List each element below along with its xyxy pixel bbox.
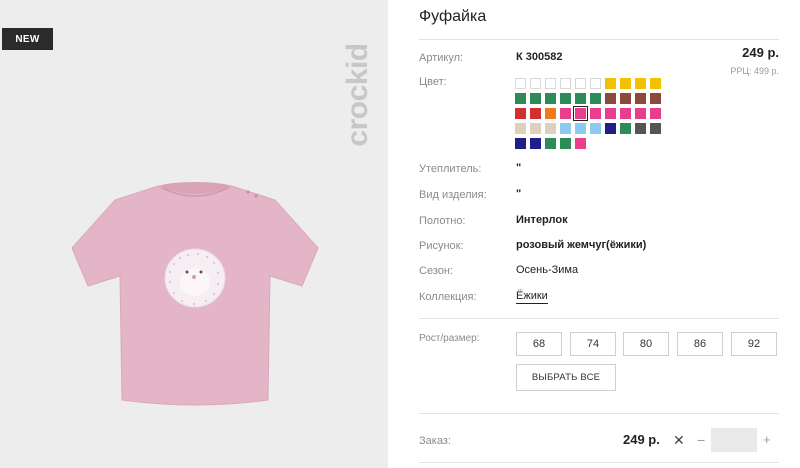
new-badge: NEW (2, 28, 53, 50)
quantity-input[interactable] (711, 428, 757, 452)
color-swatch[interactable] (590, 108, 601, 119)
color-swatch[interactable] (530, 93, 541, 104)
size-label: Рост/размер: (419, 333, 480, 344)
color-swatch[interactable] (530, 138, 541, 149)
order-price: 249 р. (623, 432, 660, 447)
size-option-80[interactable]: 80 (623, 332, 669, 356)
color-swatch[interactable] (575, 78, 586, 89)
color-swatch[interactable] (573, 106, 588, 121)
color-swatch[interactable] (560, 78, 571, 89)
color-swatch[interactable] (560, 93, 571, 104)
divider (419, 39, 779, 40)
product-title: Фуфайка (419, 8, 487, 25)
article-label: Артикул: (419, 52, 464, 64)
color-swatch[interactable] (515, 93, 526, 104)
color-swatch[interactable] (575, 138, 586, 149)
divider (419, 318, 779, 319)
color-swatch[interactable] (530, 123, 541, 134)
increment-button[interactable]: + (763, 432, 771, 447)
order-label: Заказ: (419, 435, 451, 447)
color-swatch[interactable] (575, 123, 586, 134)
select-all-sizes-button[interactable]: ВЫБРАТЬ ВСЕ (516, 364, 616, 391)
color-swatch[interactable] (545, 93, 556, 104)
color-swatch[interactable] (620, 93, 631, 104)
size-option-86[interactable]: 86 (677, 332, 723, 356)
color-swatch[interactable] (650, 78, 661, 89)
color-swatch-row (515, 106, 665, 121)
product-type-label: Вид изделия: (419, 189, 487, 201)
color-swatch[interactable] (545, 138, 556, 149)
season-label: Сезон: (419, 265, 453, 277)
collection-link[interactable]: Ёжики (516, 290, 548, 304)
color-swatch-row (515, 93, 665, 104)
close-icon[interactable]: ✕ (673, 432, 685, 449)
divider (419, 462, 779, 463)
size-option-68[interactable]: 68 (516, 332, 562, 356)
product-image-panel: NEW crockid (0, 0, 388, 468)
color-swatch[interactable] (620, 78, 631, 89)
color-swatch[interactable] (635, 123, 646, 134)
color-swatch-row (515, 138, 665, 149)
color-swatch[interactable] (635, 108, 646, 119)
product-image (71, 182, 319, 406)
brand-logo: crockid (336, 30, 380, 160)
color-swatch[interactable] (605, 123, 616, 134)
color-swatch-grid (515, 78, 665, 153)
color-swatch[interactable] (605, 93, 616, 104)
article-value: К 300582 (516, 51, 563, 63)
color-swatch[interactable] (530, 78, 541, 89)
fabric-label: Полотно: (419, 215, 466, 227)
color-swatch[interactable] (515, 108, 526, 119)
fabric-value: Интерлок (516, 214, 568, 226)
color-swatch[interactable] (635, 93, 646, 104)
print-label: Рисунок: (419, 240, 464, 252)
color-swatch[interactable] (620, 108, 631, 119)
color-swatch[interactable] (590, 78, 601, 89)
color-swatch[interactable] (620, 123, 631, 134)
divider (419, 413, 779, 414)
insulation-label: Утеплитель: (419, 163, 482, 175)
print-value: розовый жемчуг(ёжики) (516, 239, 647, 251)
color-swatch[interactable] (590, 123, 601, 134)
color-swatch[interactable] (590, 93, 601, 104)
decrement-button[interactable]: − (697, 432, 705, 448)
color-swatch[interactable] (545, 78, 556, 89)
collection-label: Коллекция: (419, 291, 477, 303)
color-swatch-row (515, 123, 665, 134)
product-type-value: " (516, 188, 522, 200)
color-swatch[interactable] (650, 108, 661, 119)
color-swatch-row (515, 78, 665, 89)
color-swatch[interactable] (560, 108, 571, 119)
color-swatch[interactable] (560, 123, 571, 134)
color-swatch[interactable] (545, 123, 556, 134)
product-price: 249 р. (742, 45, 779, 60)
color-swatch[interactable] (605, 78, 616, 89)
color-swatch[interactable] (545, 108, 556, 119)
color-swatch[interactable] (515, 78, 526, 89)
size-option-92[interactable]: 92 (731, 332, 777, 356)
color-swatch[interactable] (575, 93, 586, 104)
color-swatch[interactable] (515, 138, 526, 149)
brand-logo-text: crockid (341, 43, 374, 147)
color-swatch[interactable] (530, 108, 541, 119)
color-swatch[interactable] (650, 93, 661, 104)
insulation-value: " (516, 162, 522, 174)
color-swatch[interactable] (635, 78, 646, 89)
size-option-74[interactable]: 74 (570, 332, 616, 356)
color-swatch[interactable] (605, 108, 616, 119)
season-value: Осень-Зима (516, 264, 579, 276)
color-swatch[interactable] (650, 123, 661, 134)
color-swatch[interactable] (560, 138, 571, 149)
color-swatch[interactable] (515, 123, 526, 134)
recommended-price: РРЦ: 499 р. (730, 66, 779, 76)
color-label: Цвет: (419, 76, 447, 88)
